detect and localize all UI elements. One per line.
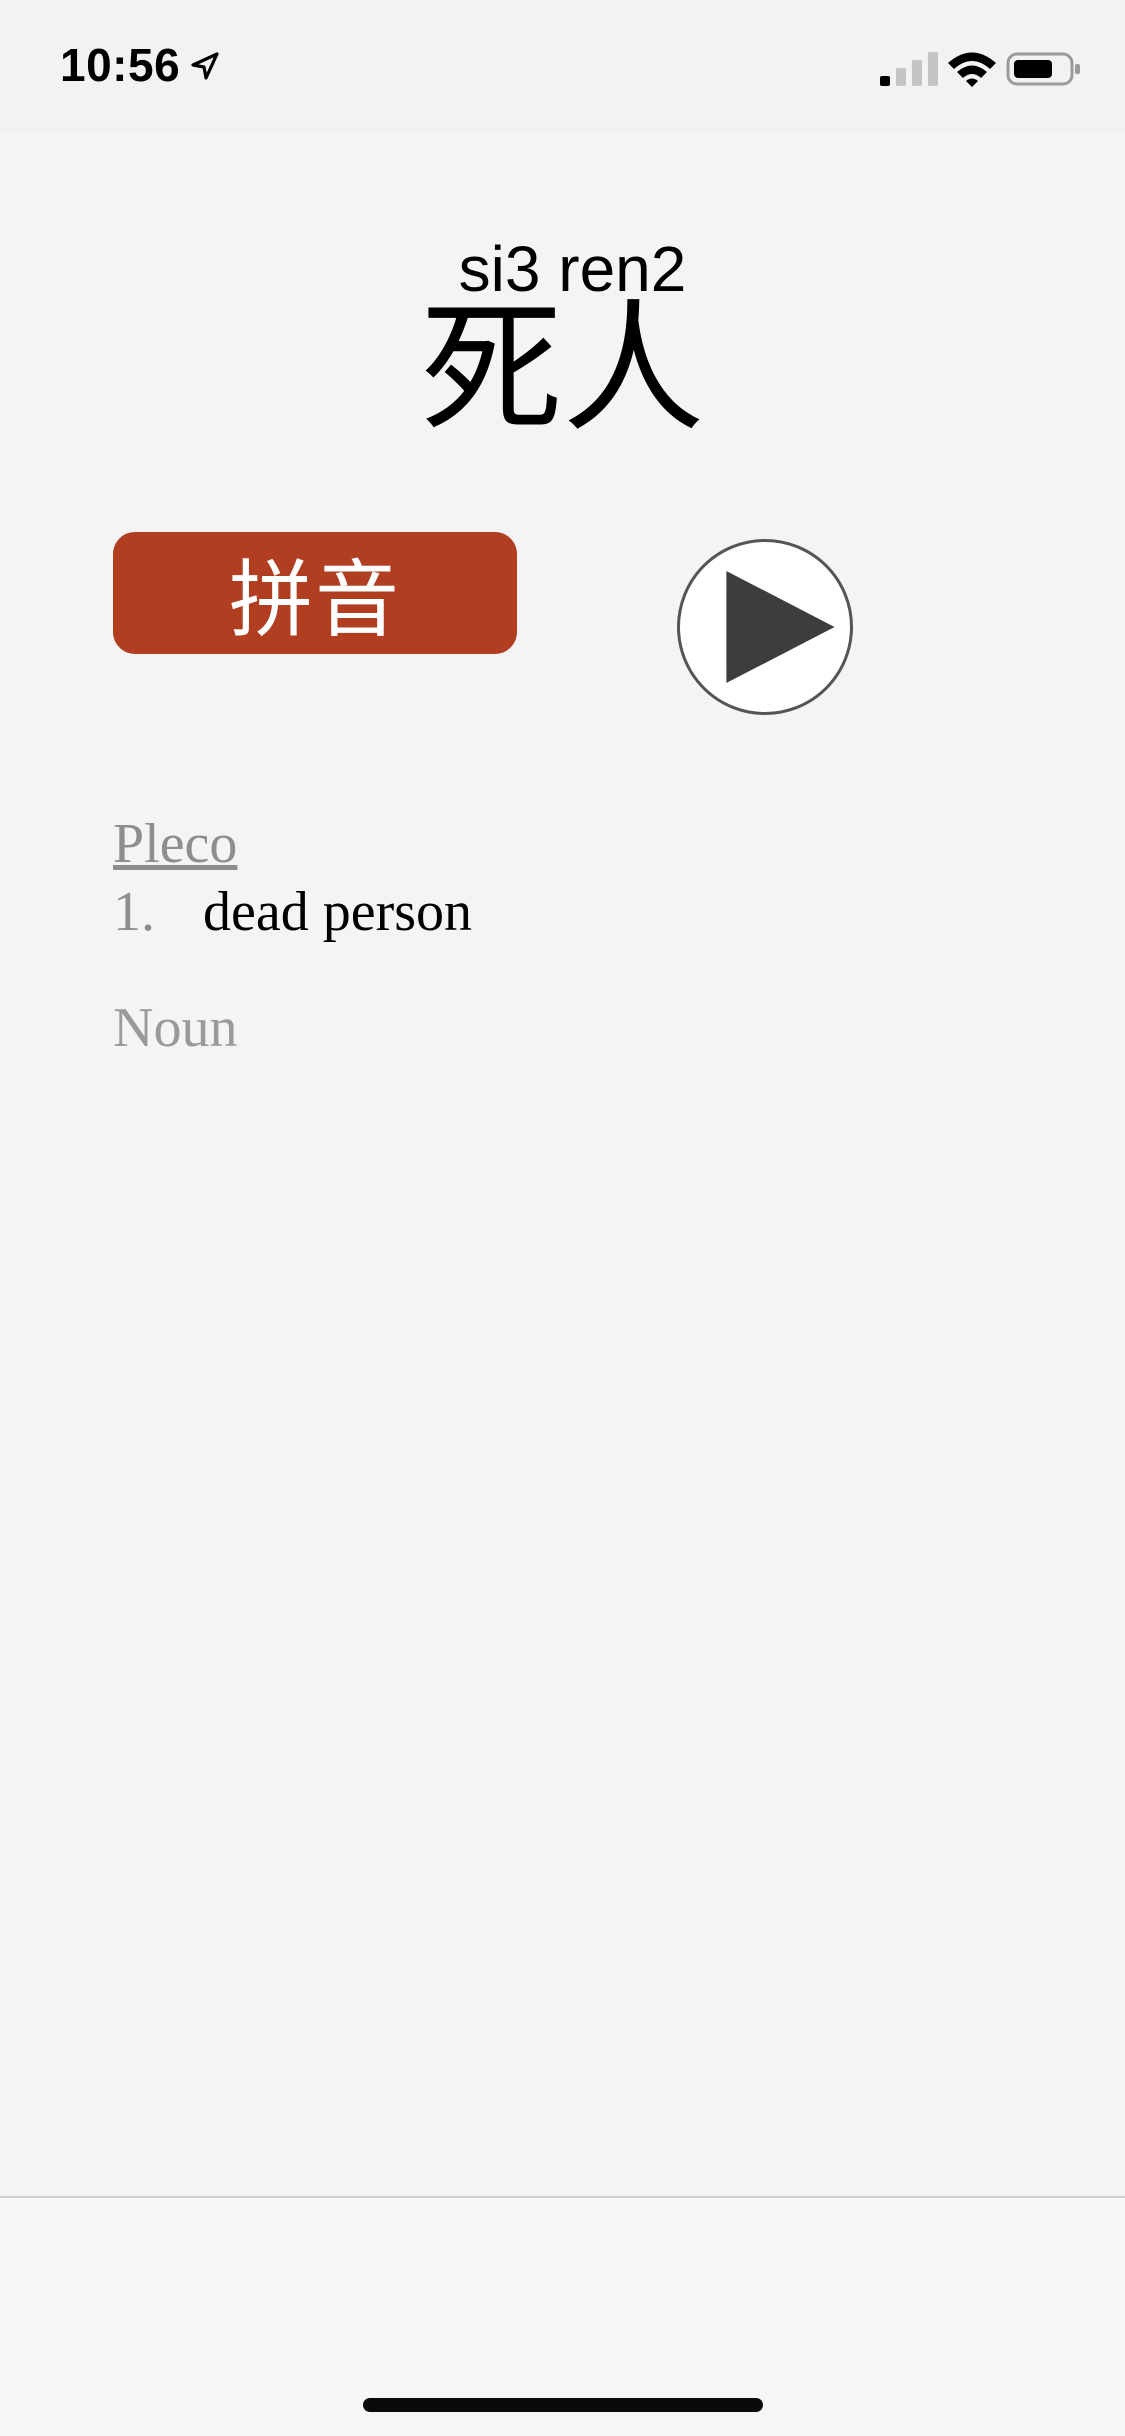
play-icon bbox=[726, 570, 835, 684]
wifi-icon bbox=[948, 52, 996, 87]
cellular-signal-icon bbox=[880, 52, 938, 86]
hanzi-headword: 死人 bbox=[420, 287, 705, 452]
location-arrow-icon bbox=[191, 52, 219, 80]
pinyin-button[interactable]: 拼音 bbox=[113, 532, 517, 654]
home-indicator[interactable] bbox=[363, 2398, 763, 2412]
status-bar: 10:56 bbox=[0, 0, 1125, 132]
battery-icon bbox=[1006, 52, 1080, 86]
play-audio-button[interactable] bbox=[677, 539, 853, 715]
word-detail-view: si3 ren2 死人 拼音 Pleco 1. dead person Noun bbox=[0, 132, 1125, 2313]
definition-number: 1. bbox=[113, 881, 155, 943]
part-of-speech: Noun bbox=[113, 997, 238, 1059]
definition-text: dead person bbox=[203, 881, 473, 943]
dictionary-source-link[interactable]: Pleco bbox=[113, 812, 237, 876]
status-time: 10:56 bbox=[60, 39, 181, 91]
